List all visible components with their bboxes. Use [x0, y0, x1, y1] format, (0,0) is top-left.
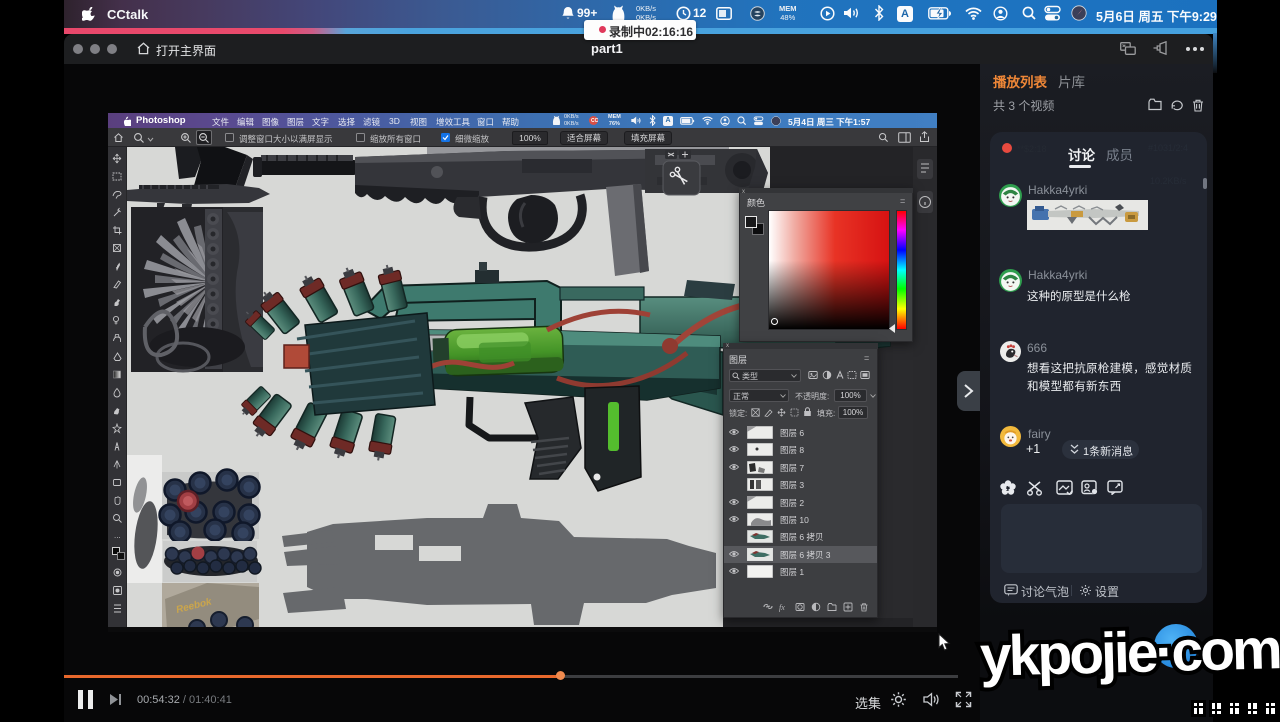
- svg-text:1: 1: [1006, 486, 1010, 493]
- svg-text:fx: fx: [779, 603, 785, 612]
